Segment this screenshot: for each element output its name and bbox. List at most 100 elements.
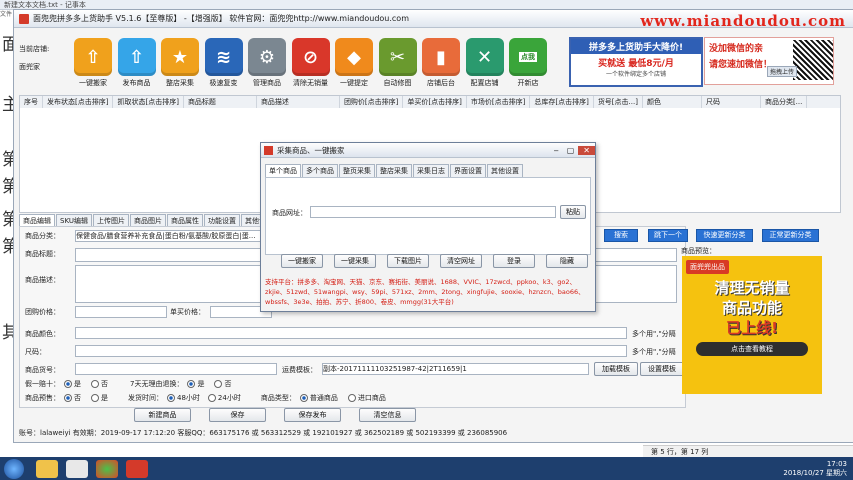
toolbar-button-9[interactable]: ✕ 配置店铺 [464,38,506,88]
dialog-button-1[interactable]: 一键采集 [334,254,376,268]
ship-time-label: 发货时间： [128,394,163,402]
app-taskbar-icon[interactable] [126,459,148,478]
save-button[interactable]: 保存 [209,408,266,422]
dialog-tab-5[interactable]: 界面设置 [450,164,486,177]
url-label: 商品网址： [272,209,307,217]
main-toolbar: ⇧ 一键搬家 ⇧ 发布商品 ★ 整店采集 ≋ 极速复变 ⚙ 管理商品 ⊘ 清除无销量 ◆ 一键提定 ✂ 自动修… [72,37,551,89]
ship-24-radio[interactable] [207,394,216,402]
grid-column-header[interactable]: 商品分类[... [761,96,808,108]
toolbar-button-0[interactable]: ⇧ 一键搬家 [72,38,114,88]
fake-no-radio[interactable] [91,380,99,388]
folder-icon[interactable] [36,459,58,478]
sku-input[interactable] [75,363,277,375]
dialog-tab-3[interactable]: 整店采集 [376,164,412,177]
preview-label: 商品预览： [681,247,716,255]
ad-title: 拼多多上货助手大降价! [571,39,701,54]
ad-banner-wechat[interactable]: 没加微信的亲 请您速加微信！ 拖拽上传 [704,37,834,85]
toolbar-button-5[interactable]: ⊘ 清除无销量 [290,38,332,88]
clear-info-button[interactable]: 清空信息 [359,408,416,422]
grid-column-header[interactable]: 商品描述 [257,96,340,108]
grid-column-header[interactable]: 颜色 [643,96,702,108]
search-button[interactable]: 搜索 [604,229,638,242]
promo-banner[interactable]: 面兜兜出品 清理无销量 商品功能 已上线! 点击查看教程 [682,256,822,394]
next-button[interactable]: 跳下一个 [648,229,688,242]
new-product-button[interactable]: 新建商品 [134,408,191,422]
tab-4[interactable]: 商品属性 [166,213,203,227]
toolbar-button-1[interactable]: ⇧ 发布商品 [116,38,158,88]
dialog-tab-0[interactable]: 单个商品 [265,164,301,177]
toolbar-label: 开新店 [517,79,539,87]
minimize-icon[interactable]: ‒ [550,146,563,155]
category-field[interactable]: 保健食品/膳食营养补充食品|蛋白粉/氨基酸/胶原蛋白|蛋... [75,230,267,242]
clock[interactable]: 17:03 2018/10/27 星期六 [783,460,847,478]
app-title: 面兜兜拼多多上货助手 V5.1.6【至尊版】 -【增强版】 软件官网：面兜兜ht… [33,14,409,23]
ship-48-radio[interactable] [167,394,175,402]
dialog-tab-4[interactable]: 采集日志 [413,164,449,177]
group-price-input[interactable] [75,306,167,318]
save-publish-button[interactable]: 保存发布 [284,408,341,422]
preorder-no-radio[interactable] [64,394,72,402]
dialog-titlebar: 采集商品、一键搬家 ‒ ▢ ✕ [261,143,595,158]
dialog-logo-icon [264,145,273,155]
size-input[interactable] [75,345,627,357]
set-template-button[interactable]: 设置模板 [640,362,684,376]
toolbar-button-3[interactable]: ≋ 极速复变 [203,38,245,88]
type-normal-radio[interactable] [299,394,308,402]
dialog-button-3[interactable]: 清空网址 [440,254,482,268]
close-icon[interactable]: ✕ [578,145,595,155]
drag-upload-button[interactable]: 拖拽上传 [767,66,798,77]
fake-yes-radio[interactable] [64,380,72,388]
toolbar-button-8[interactable]: ▮ 店铺后台 [420,38,462,88]
grid-column-header[interactable]: 商品标题 [184,96,257,108]
tab-2[interactable]: 上传图片 [92,213,129,227]
tab-1[interactable]: SKU编辑 [56,213,92,227]
preorder-yes-radio[interactable] [91,394,99,402]
toolbar-label: 自动修图 [383,79,412,87]
tab-3[interactable]: 商品图片 [129,213,166,227]
grid-column-header[interactable]: 发布状态[点击排序] [43,96,114,108]
return-no-radio[interactable] [214,380,223,388]
grid-column-header[interactable]: 尺码 [702,96,761,108]
normal-update-category-button[interactable]: 正常更新分类 [762,229,819,242]
toolbar-label: 管理商品 [253,79,281,87]
url-input[interactable] [310,206,556,218]
paste-button[interactable]: 粘贴 [560,205,586,219]
grid-column-header[interactable]: 单买价[点击排序] [403,96,467,108]
grid-column-header[interactable]: 市场价[点击排序] [467,96,531,108]
dialog-button-5[interactable]: 隐藏 [546,254,588,268]
toolbar-button-10[interactable]: 点我 开新店 [507,38,549,88]
dialog-button-0[interactable]: 一键搬家 [281,254,323,268]
start-button-icon[interactable] [4,458,24,479]
load-template-button[interactable]: 加载模板 [594,362,638,376]
notepad-icon[interactable] [66,459,88,478]
toolbar-button-7[interactable]: ✂ 自动修图 [377,38,419,88]
grid-column-header[interactable]: 团购价[点击排序] [340,96,404,108]
quick-update-category-button[interactable]: 快速更新分类 [696,229,753,242]
dialog-button-4[interactable]: 登录 [493,254,535,268]
shipping-select[interactable]: 副本-20171111103251987-42|2T11659|1 [322,363,589,375]
toolbar-button-6[interactable]: ◆ 一键提定 [333,38,375,88]
grid-column-header[interactable]: 总库存[点击排序] [530,96,594,108]
type-import-radio[interactable] [347,394,356,402]
dialog-button-2[interactable]: 下载图片 [387,254,429,268]
tab-0[interactable]: 商品编辑 [19,213,55,227]
color-input[interactable] [75,327,627,339]
grid-column-header[interactable]: 序号 [20,96,43,108]
dialog-tab-2[interactable]: 整页采集 [339,164,375,177]
browser-icon[interactable] [96,459,118,478]
color-hint: 多个用","分隔 [632,330,676,338]
maximize-icon[interactable]: ▢ [563,146,579,155]
ad-banner-price[interactable]: 拼多多上货助手大降价! 买就送 最低8元/月 一个软件绑定多个店铺 [569,37,703,87]
store-name[interactable]: 面兜家 [19,62,49,72]
return-no-label: 否 [224,380,232,388]
toolbar-button-2[interactable]: ★ 整店采集 [159,38,201,88]
dialog-tab-1[interactable]: 多个商品 [302,164,338,177]
dialog-tab-6[interactable]: 其他设置 [487,164,523,177]
tab-5[interactable]: 功能设置 [203,213,240,227]
fake-claim-label: 假一赔十： [25,380,60,388]
supported-platforms: 支持平台：拼多多、淘宝网、天猫、京东、赛拓街、美丽说、1688、VVIC、17z… [265,278,585,306]
toolbar-button-4[interactable]: ⚙ 管理商品 [246,38,288,88]
return-yes-radio[interactable] [187,380,196,388]
grid-column-header[interactable]: 货号[点击...] [594,96,643,108]
grid-column-header[interactable]: 抓取状态[点击排序] [113,96,184,108]
